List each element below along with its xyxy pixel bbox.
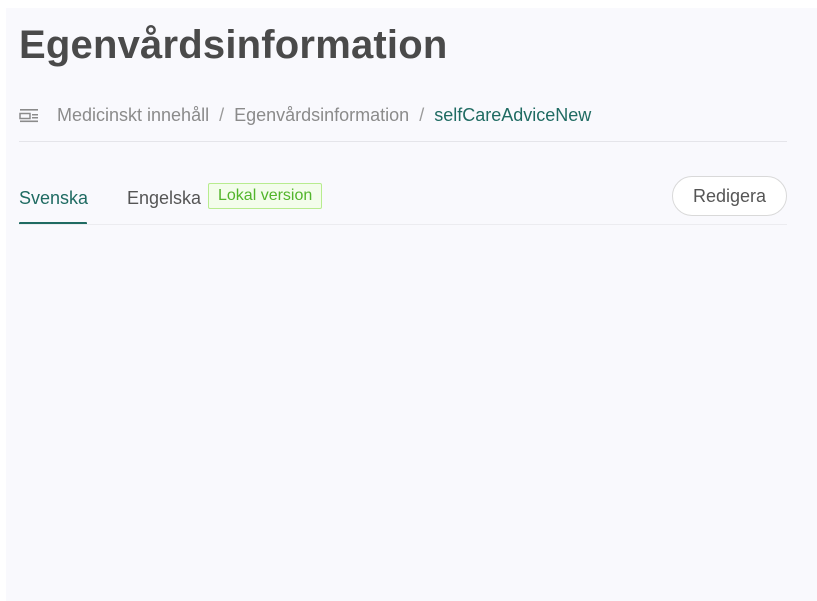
breadcrumb-current: selfCareAdviceNew [434, 104, 592, 125]
language-tabs: Svenska Engelska Lokal version Redigera [19, 176, 787, 226]
breadcrumb-separator: / [219, 104, 225, 125]
breadcrumb-item-self-care-info[interactable]: Egenvårdsinformation [234, 105, 409, 126]
tab-engelska[interactable]: Engelska [127, 186, 201, 210]
tabs-divider [19, 224, 787, 225]
breadcrumb-item-medical-content[interactable]: Medicinskt innehåll [57, 105, 209, 126]
local-version-badge: Lokal version [208, 183, 323, 209]
breadcrumb-separator: / [419, 104, 425, 125]
page-title: Egenvårdsinformation [19, 23, 448, 67]
header-divider [19, 141, 787, 142]
edit-button[interactable]: Redigera [672, 176, 787, 216]
content-panel: Egenvårdsinformation Medicinskt innehåll… [6, 8, 817, 601]
list-menu-icon[interactable] [19, 107, 39, 123]
tab-svenska[interactable]: Svenska [19, 186, 88, 210]
breadcrumb: Medicinskt innehåll / Egenvårdsinformati… [19, 103, 591, 127]
